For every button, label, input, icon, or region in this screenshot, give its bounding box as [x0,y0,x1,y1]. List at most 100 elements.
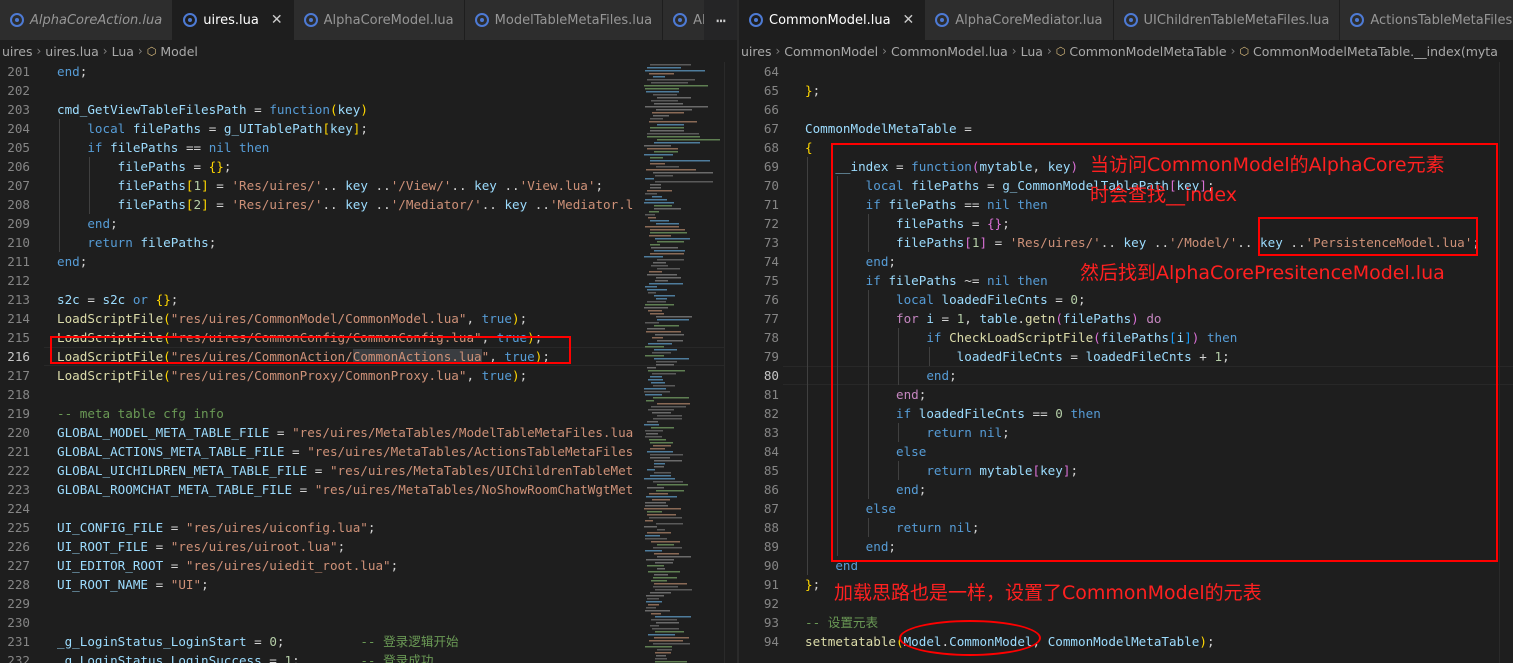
chevron-right-icon: › [882,44,887,58]
minimap-line [649,439,666,441]
breadcrumb-item[interactable]: CommonModelMetaTable.__index(myta [1253,44,1498,59]
code-token: ) [1199,634,1207,649]
line-number: 205 [7,140,30,155]
breadcrumb-item[interactable]: uires [741,44,771,59]
minimap-line [647,469,655,471]
minimap-line [656,166,679,168]
editor-tab[interactable]: UIChildrenTableMetaFiles.lua [1113,0,1341,40]
minimap-line [647,511,662,513]
editor-tab[interactable]: ActionsTableMetaFiles.lua [1340,0,1513,40]
editor-tab[interactable]: ModelTableMetaFiles.lua [464,0,664,40]
line-number: 222 [7,463,30,478]
code-token: ( [163,368,171,383]
line-number: 88 [763,520,779,535]
minimap-line [653,397,689,399]
code-text: filePaths[1] = 'Res/uires/'.. key ..'/Vi… [57,176,603,195]
code-line: 207 filePaths[1] = 'Res/uires/'.. key ..… [0,176,738,195]
minimap-line [655,589,692,591]
minimap-line [656,364,674,366]
line-number: 201 [7,64,30,79]
minimap-line [648,571,680,573]
editor-tab[interactable]: AlphaCoreAction.lua [0,0,174,40]
code-text: filePaths[2] = 'Res/uires/'.. key ..'/Me… [57,195,634,214]
minimap-line [646,91,679,93]
minimap-line [647,328,665,330]
more-actions-icon[interactable]: ⋯ [704,0,738,40]
minimap-line [653,172,713,174]
minimap-line [653,94,677,96]
code-token: = [148,539,171,554]
line-number: 217 [7,368,30,383]
code-line: 221 GLOBAL_ACTIONS_META_TABLE_FILE = "res… [0,442,738,461]
line-number: 226 [7,539,30,554]
breadcrumb-item[interactable]: CommonModel.lua [891,44,1008,59]
breadcrumb-item[interactable]: Lua [1021,44,1043,59]
code-token: = [163,558,186,573]
minimap-line [650,157,663,159]
minimap-line [654,208,681,210]
minimap-line [650,130,684,132]
minimap-line [656,223,679,225]
line-number: 210 [7,235,30,250]
minimap-line [646,331,681,333]
minimap-line [647,451,673,453]
code-token: _g_LoginStatus_LoginStart [57,634,247,649]
chevron-right-icon: › [102,44,108,58]
minimap-line [645,286,657,288]
code-line: 208 filePaths[2] = 'Res/uires/'.. key ..… [0,195,738,214]
code-token: = [79,292,103,307]
code-line: 220 GLOBAL_MODEL_META_TABLE_FILE = "res/u… [0,423,738,442]
editor-tab[interactable]: AlphaCoreModel.lua [293,0,465,40]
code-line: 225 UI_CONFIG_FILE = "res/uires/uiconfig.… [0,518,738,537]
minimap-line [657,124,684,126]
breadcrumb-item[interactable]: Model [160,44,198,59]
line-number: 223 [7,482,30,497]
editor-tab[interactable]: AlphaCoreMediator.lua [925,0,1114,40]
breadcrumb-item[interactable]: Lua [112,44,134,59]
line-number: 82 [763,406,779,421]
minimap-line [649,283,683,285]
minimap-line [644,478,675,480]
vertical-scrollbar[interactable] [1499,62,1513,663]
line-number: 229 [7,596,30,611]
minimap-line [645,214,655,216]
close-icon[interactable]: ✕ [903,12,915,28]
code-line: 204 local filePaths = g_UITablePath[key]… [0,119,738,138]
code-token: key [330,121,353,136]
minimap-line [657,403,690,405]
code-line: 211 end; [0,252,738,271]
code-text: filePaths = {}; [57,157,232,176]
close-icon[interactable]: ✕ [271,12,283,28]
breadcrumb-item[interactable]: uires.lua [45,44,99,59]
code-token: or [132,292,149,307]
minimap-line [657,340,683,342]
tab-label: uires.lua [203,12,259,28]
breadcrumb-item[interactable]: CommonModelMetaTable [1069,44,1226,59]
editor-tab[interactable]: CommonModel.lua ✕ [739,0,926,40]
line-number: 93 [763,615,779,630]
code-token: } [805,83,813,98]
code-line: 67 CommonModelMetaTable = [739,119,1513,138]
code-line: 217 LoadScriptFile("res/uires/CommonProxy… [0,366,738,385]
code-text: _g_LoginStatus_LoginStart = 0; -- 登录逻辑开始 [57,632,459,651]
code-line: 231 _g_LoginStatus_LoginStart = 0; -- 登录逻… [0,632,738,651]
line-number: 228 [7,577,30,592]
code-token: ; [110,216,118,231]
code-line: 232 _g_LoginStatus_LoginSuccess = 1; -- 登… [0,651,738,663]
code-line: 209 end; [0,214,738,233]
breadcrumb-item[interactable]: uires [2,44,32,59]
vertical-scrollbar[interactable] [724,62,737,663]
editor-tab[interactable]: uires.lua ✕ [173,0,294,40]
minimap-line [645,550,662,552]
minimap-line [657,415,682,417]
line-number: 211 [7,254,30,269]
minimap-line [648,634,675,636]
line-number: 85 [763,463,779,478]
minimap-line [650,232,687,234]
minimap-line [648,292,656,294]
code-line: 66 [739,100,1513,119]
code-token: key [345,178,368,193]
minimap[interactable] [640,62,724,663]
breadcrumb-item[interactable]: CommonModel [784,44,878,59]
